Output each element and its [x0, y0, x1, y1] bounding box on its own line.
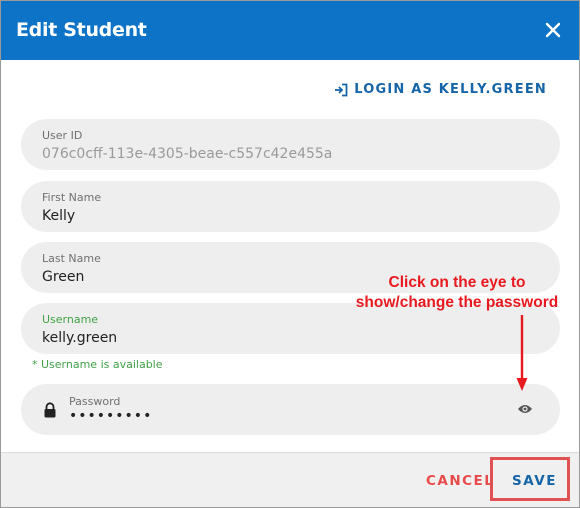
- username-availability-hint: * Username is available: [32, 358, 163, 371]
- annotation-line-1: Click on the eye to: [388, 274, 526, 291]
- username-value[interactable]: kelly.green: [42, 330, 117, 346]
- edit-student-dialog: Edit Student LOGIN AS KELLY.GREEN User I…: [0, 0, 580, 508]
- user-id-label: User ID: [42, 129, 83, 142]
- user-id-field: User ID 076c0cff-113e-4305-beae-c557c42e…: [21, 119, 560, 170]
- password-value[interactable]: •••••••••: [69, 408, 152, 424]
- lock-icon: [44, 402, 56, 418]
- login-icon: [335, 83, 348, 96]
- first-name-field[interactable]: First Name Kelly: [21, 181, 560, 232]
- dialog-footer: CANCEL SAVE: [1, 452, 579, 507]
- password-field[interactable]: Password •••••••••: [21, 384, 560, 435]
- first-name-value[interactable]: Kelly: [42, 208, 75, 224]
- help-annotation: Click on the eye to show/change the pass…: [341, 273, 573, 313]
- arrow-down-icon: [516, 315, 528, 391]
- last-name-label: Last Name: [42, 252, 101, 265]
- dialog-header: Edit Student: [1, 1, 579, 60]
- first-name-label: First Name: [42, 191, 102, 204]
- last-name-value[interactable]: Green: [42, 269, 84, 285]
- login-as-label: LOGIN AS KELLY.GREEN: [354, 82, 547, 97]
- user-id-value: 076c0cff-113e-4305-beae-c557c42e455a: [42, 146, 333, 162]
- close-button[interactable]: [543, 20, 563, 40]
- login-as-link[interactable]: LOGIN AS KELLY.GREEN: [334, 82, 547, 97]
- save-button[interactable]: SAVE: [512, 473, 557, 489]
- username-label: Username: [42, 313, 99, 326]
- annotation-line-2: show/change the password: [355, 294, 559, 311]
- eye-icon[interactable]: [517, 403, 533, 415]
- close-icon: [545, 22, 561, 38]
- dialog-title: Edit Student: [16, 19, 147, 41]
- cancel-button[interactable]: CANCEL: [426, 473, 494, 489]
- password-label: Password: [69, 395, 121, 408]
